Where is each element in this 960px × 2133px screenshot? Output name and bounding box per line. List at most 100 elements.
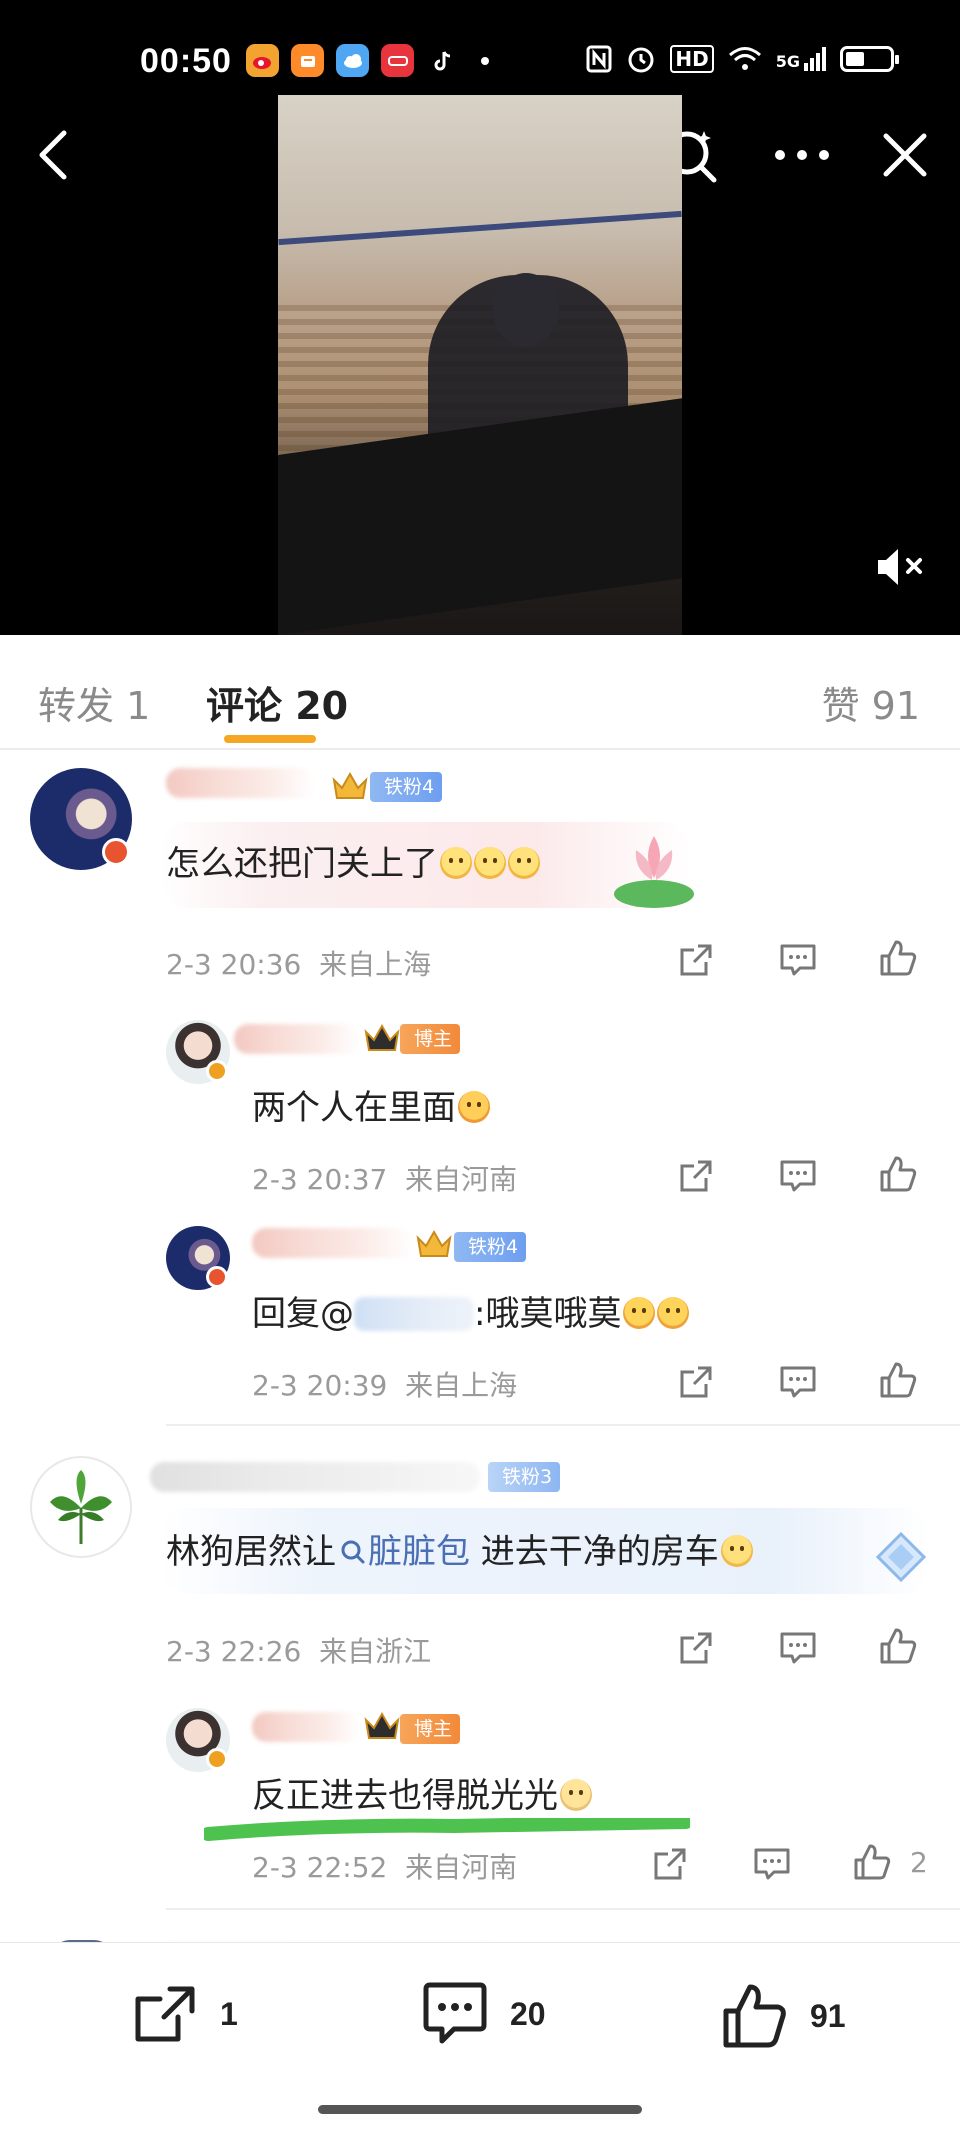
reply-icon[interactable] bbox=[778, 1156, 818, 1196]
thinking-emoji-icon bbox=[440, 847, 472, 879]
weibo-icon bbox=[246, 44, 279, 77]
comment-text: 怎么还把门关上了 bbox=[166, 836, 540, 885]
close-icon[interactable] bbox=[878, 128, 932, 182]
tab-bar: 转发 1 评论 20 赞 91 bbox=[0, 635, 960, 750]
tongue-emoji-icon bbox=[623, 1297, 656, 1329]
share-icon[interactable] bbox=[676, 1628, 716, 1668]
lotus-decoration-icon bbox=[614, 836, 694, 908]
5g-signal-icon: 5G bbox=[776, 47, 826, 71]
bottom-action-bar: 1 20 91 bbox=[0, 1942, 960, 2133]
video-player[interactable]: 00:50 HD 5G bbox=[0, 0, 960, 635]
tab-repost[interactable]: 转发 1 bbox=[38, 675, 150, 730]
username[interactable] bbox=[150, 1462, 480, 1492]
fan-level-badge: 铁粉4 bbox=[370, 772, 443, 802]
divider bbox=[166, 1908, 960, 1910]
heart-eyes-emoji-icon bbox=[458, 1091, 490, 1123]
reply-text: 反正进去也得脱光光 bbox=[252, 1768, 592, 1817]
author-badge: 博主 bbox=[400, 1714, 461, 1744]
more-icon[interactable] bbox=[770, 130, 834, 180]
tab-comments[interactable]: 评论 20 bbox=[206, 675, 348, 730]
cloud-icon bbox=[336, 44, 369, 77]
topic-link[interactable]: 脏脏包 bbox=[368, 1532, 470, 1572]
like-count: 2 bbox=[910, 1846, 928, 1879]
username[interactable] bbox=[252, 1712, 360, 1742]
more-notifications-dot bbox=[481, 56, 489, 65]
verified-badge-icon bbox=[206, 1060, 228, 1082]
repost-icon bbox=[135, 1986, 195, 2042]
verified-badge-icon bbox=[206, 1266, 228, 1288]
reply-icon[interactable] bbox=[778, 1362, 818, 1402]
reply-meta: 2-3 20:37 来自河南 bbox=[252, 1163, 518, 1196]
reply-meta: 2-3 22:52 来自河南 bbox=[252, 1851, 518, 1884]
battery-icon bbox=[840, 46, 899, 72]
share-icon[interactable] bbox=[676, 1156, 716, 1196]
thinking-emoji-icon bbox=[474, 847, 506, 879]
share-icon[interactable] bbox=[650, 1844, 690, 1884]
status-indicators: HD 5G bbox=[586, 44, 899, 74]
tiktok-icon bbox=[426, 44, 459, 77]
comment-button[interactable]: 20 bbox=[420, 1981, 546, 2047]
fan-level-badge: 铁粉3 bbox=[488, 1462, 561, 1492]
repost-count: 1 bbox=[220, 1995, 238, 2032]
author-badge: 博主 bbox=[400, 1024, 461, 1054]
status-time: 00:50 bbox=[140, 42, 232, 80]
status-bar: 00:50 HD 5G bbox=[0, 0, 960, 95]
reply-text: 回复@:哦莫哦莫 bbox=[252, 1286, 690, 1335]
taobao-icon bbox=[291, 44, 324, 77]
xianyu-icon bbox=[381, 44, 414, 77]
search-link-icon bbox=[341, 1540, 365, 1564]
like-icon[interactable] bbox=[878, 1360, 918, 1400]
comment-meta: 2-3 22:26 来自浙江 bbox=[166, 1635, 432, 1668]
username[interactable] bbox=[252, 1228, 414, 1258]
verified-badge-icon bbox=[102, 838, 130, 866]
comment-count: 20 bbox=[510, 1995, 546, 2032]
username[interactable] bbox=[166, 768, 316, 798]
fan-level-badge: 铁粉4 bbox=[454, 1232, 527, 1262]
crown-icon bbox=[364, 1711, 400, 1739]
reply-text: 两个人在里面 bbox=[252, 1080, 490, 1129]
highlight-underline bbox=[204, 1818, 690, 1841]
home-indicator[interactable] bbox=[318, 2105, 642, 2114]
reply-icon[interactable] bbox=[778, 1628, 818, 1668]
back-icon[interactable] bbox=[30, 125, 80, 185]
repost-button[interactable]: 1 bbox=[132, 1981, 238, 2047]
mute-icon[interactable] bbox=[876, 545, 930, 589]
diamond-decoration-icon bbox=[875, 1531, 927, 1583]
mention-link[interactable] bbox=[354, 1297, 474, 1331]
like-icon[interactable] bbox=[852, 1842, 892, 1882]
avatar[interactable] bbox=[30, 1456, 132, 1558]
tongue-emoji-icon bbox=[657, 1297, 690, 1329]
like-button[interactable]: 91 bbox=[720, 1981, 846, 2051]
verified-badge-icon bbox=[206, 1748, 228, 1770]
reply-meta: 2-3 20:39 来自上海 bbox=[252, 1369, 518, 1402]
crown-icon bbox=[332, 771, 368, 799]
like-count: 91 bbox=[810, 1997, 846, 2034]
pleading-emoji-icon bbox=[720, 1535, 753, 1567]
wifi-icon bbox=[728, 47, 761, 70]
face-emoji-icon bbox=[560, 1779, 592, 1811]
like-icon[interactable] bbox=[878, 938, 918, 978]
active-tab-indicator bbox=[224, 735, 316, 743]
reply-icon[interactable] bbox=[752, 1844, 792, 1884]
tab-likes[interactable]: 赞 91 bbox=[822, 675, 920, 730]
nfc-icon bbox=[586, 45, 612, 73]
divider bbox=[166, 1424, 960, 1426]
hd-icon: HD bbox=[670, 45, 714, 73]
share-icon[interactable] bbox=[676, 940, 716, 980]
leaf-plant-icon bbox=[50, 1470, 112, 1544]
video-frame[interactable] bbox=[278, 95, 682, 635]
like-icon[interactable] bbox=[878, 1154, 918, 1194]
like-icon[interactable] bbox=[878, 1626, 918, 1666]
reply-icon[interactable] bbox=[778, 940, 818, 980]
thinking-emoji-icon bbox=[508, 847, 540, 879]
crown-icon bbox=[416, 1229, 452, 1257]
share-icon[interactable] bbox=[676, 1362, 716, 1402]
comment-meta: 2-3 20:36 来自上海 bbox=[166, 948, 432, 981]
notification-icons bbox=[246, 44, 489, 77]
alarm-icon bbox=[628, 47, 654, 73]
comment-icon bbox=[423, 1982, 487, 2044]
comment-text: 林狗居然让 脏脏包 进去干净的房车 bbox=[166, 1524, 753, 1573]
like-icon bbox=[723, 1984, 786, 2048]
username[interactable] bbox=[234, 1024, 360, 1054]
crown-icon bbox=[364, 1023, 400, 1051]
